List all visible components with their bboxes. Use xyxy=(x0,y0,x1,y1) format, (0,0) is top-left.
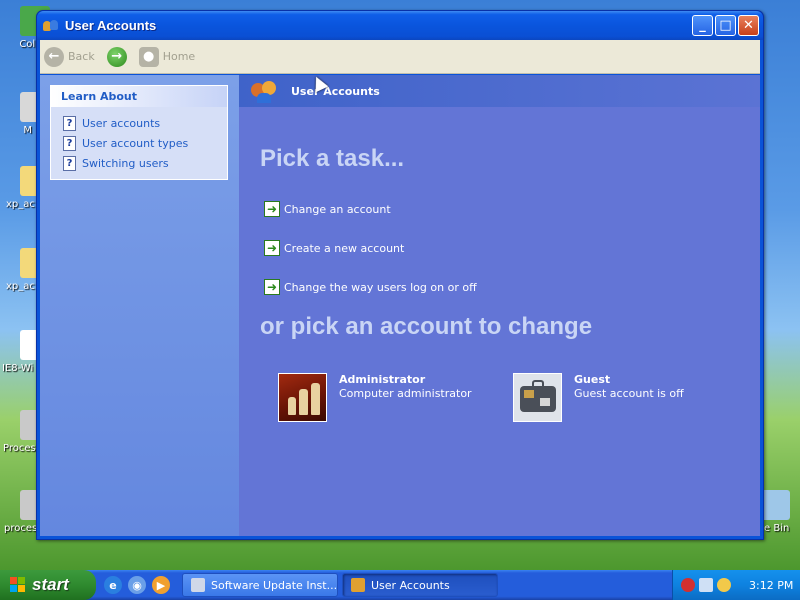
start-button[interactable]: start xyxy=(0,570,96,600)
windows-logo-icon xyxy=(10,577,26,593)
learn-about-heading: Learn About xyxy=(51,86,227,107)
start-label: start xyxy=(32,575,69,594)
minimize-button[interactable]: _ xyxy=(692,15,713,36)
learn-about-panel: Learn About ? User accounts ? User accou… xyxy=(50,85,228,180)
learn-item-label: Switching users xyxy=(82,156,169,170)
task-label: Change the way users log on or off xyxy=(284,280,477,294)
user-accounts-icon xyxy=(251,79,281,103)
account-description: Guest account is off xyxy=(574,387,684,400)
system-tray: 3:12 PM xyxy=(672,570,800,600)
user-accounts-window: User Accounts _ □ ✕ ← Back → ● Home Lear… xyxy=(36,10,764,540)
task-change-account[interactable]: ➜ Change an account xyxy=(264,201,391,217)
help-icon: ? xyxy=(63,135,76,151)
home-button[interactable]: ● Home xyxy=(138,46,196,67)
account-description: Computer administrator xyxy=(339,387,472,400)
window-content: Learn About ? User accounts ? User accou… xyxy=(40,75,760,536)
suitcase-avatar-icon xyxy=(513,373,562,422)
learn-item-switching-users[interactable]: ? Switching users xyxy=(63,153,227,173)
internet-explorer-icon[interactable]: e xyxy=(104,576,122,594)
window-controls: _ □ ✕ xyxy=(692,15,759,36)
user-accounts-icon xyxy=(351,578,365,592)
windows-media-icon[interactable]: ▶ xyxy=(152,576,170,594)
network-icon[interactable] xyxy=(699,578,713,592)
help-icon: ? xyxy=(63,155,76,171)
learn-item-label: User accounts xyxy=(82,116,161,130)
home-users-icon: ● xyxy=(138,46,159,67)
task-label: Create a new account xyxy=(284,241,405,255)
back-arrow-icon: ← xyxy=(44,46,64,67)
task-label: Change an account xyxy=(284,202,391,216)
clock: 3:12 PM xyxy=(749,578,794,592)
security-shield-icon[interactable] xyxy=(681,578,695,592)
window-title: User Accounts xyxy=(65,18,157,33)
back-label: Back xyxy=(68,50,95,63)
account-guest[interactable]: Guest Guest account is off xyxy=(513,373,684,422)
green-arrow-icon: ➜ xyxy=(264,279,280,295)
home-label: Home xyxy=(162,50,196,63)
learn-item-label: User account types xyxy=(82,136,189,150)
navigation-toolbar: ← Back → ● Home xyxy=(40,40,760,74)
learn-item-user-accounts[interactable]: ? User accounts xyxy=(63,113,227,133)
learn-about-list: ? User accounts ? User account types ? S… xyxy=(51,107,227,179)
learn-item-account-types[interactable]: ? User account types xyxy=(63,133,227,153)
title-bar[interactable]: User Accounts _ □ ✕ xyxy=(37,11,763,40)
green-arrow-icon: ➜ xyxy=(264,201,280,217)
main-pane: User Accounts Pick a task... ➜ Change an… xyxy=(239,75,760,536)
quick-launch: e ◉ ▶ xyxy=(96,576,178,594)
green-arrow-icon: ➜ xyxy=(264,240,280,256)
chess-avatar-icon xyxy=(278,373,327,422)
back-button[interactable]: ← Back xyxy=(44,46,95,67)
forward-arrow-icon: → xyxy=(106,46,127,67)
forward-button[interactable]: → xyxy=(106,46,127,67)
account-administrator[interactable]: Administrator Computer administrator xyxy=(278,373,472,422)
user-accounts-icon xyxy=(43,18,59,34)
header-title: User Accounts xyxy=(291,84,380,98)
account-name: Administrator xyxy=(339,373,426,386)
update-icon[interactable] xyxy=(717,578,731,592)
taskbar-button-label: User Accounts xyxy=(371,578,450,592)
minimize-icon: _ xyxy=(699,18,706,33)
media-player-icon[interactable]: ◉ xyxy=(128,576,146,594)
close-icon: ✕ xyxy=(743,18,754,33)
taskbar: start e ◉ ▶ Software Update Inst... User… xyxy=(0,570,800,600)
task-change-logon[interactable]: ➜ Change the way users log on or off xyxy=(264,279,477,295)
maximize-button[interactable]: □ xyxy=(715,15,736,36)
pick-task-heading: Pick a task... xyxy=(260,145,405,172)
task-create-account[interactable]: ➜ Create a new account xyxy=(264,240,404,256)
taskbar-button-label: Software Update Inst... xyxy=(211,578,338,592)
account-name: Guest xyxy=(574,373,611,386)
recycle-bin-icon xyxy=(760,490,790,520)
taskbar-button-user-accounts[interactable]: User Accounts xyxy=(342,573,498,597)
help-icon: ? xyxy=(63,115,76,131)
close-button[interactable]: ✕ xyxy=(738,15,759,36)
left-pane: Learn About ? User accounts ? User accou… xyxy=(40,75,239,536)
pick-account-heading: or pick an account to change xyxy=(260,313,593,340)
taskbar-button-software-update[interactable]: Software Update Inst... xyxy=(182,573,338,597)
installer-icon xyxy=(191,578,205,592)
maximize-icon: □ xyxy=(719,18,732,33)
